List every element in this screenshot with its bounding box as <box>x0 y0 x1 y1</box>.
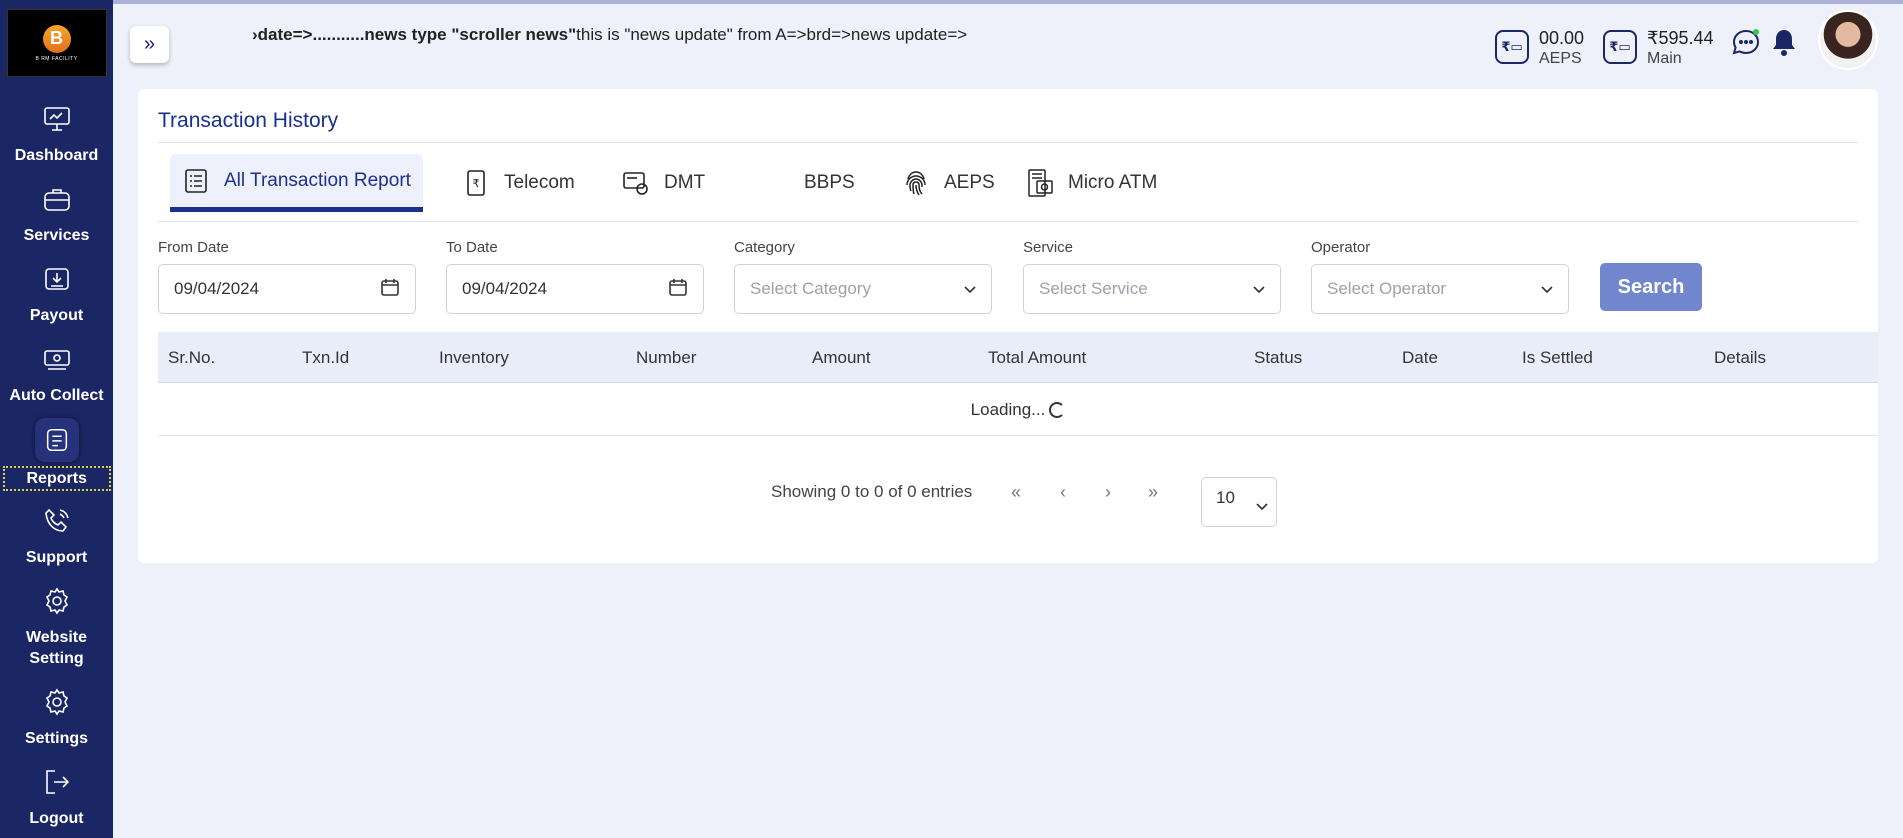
sidebar-item-support[interactable]: Support <box>0 505 113 568</box>
chat-icon[interactable] <box>1731 27 1761 57</box>
chevron-down-icon <box>1541 279 1553 299</box>
column-header[interactable]: Date <box>1402 348 1438 368</box>
next-page-button[interactable]: › <box>1105 482 1111 503</box>
column-header[interactable]: Amount <box>812 348 871 368</box>
loading-text: Loading... <box>970 399 1046 419</box>
sidebar-toggle-button[interactable]: » <box>130 26 169 63</box>
wallet-label: Main <box>1647 50 1682 67</box>
report-icon <box>34 418 79 462</box>
operator-select[interactable]: Select Operator <box>1311 264 1569 314</box>
search-button[interactable]: Search <box>1600 263 1702 311</box>
logout-icon <box>41 766 73 798</box>
tab-all-transaction-report[interactable]: All Transaction Report <box>170 154 423 212</box>
gear-icon <box>41 686 73 718</box>
sidebar-item-dashboard[interactable]: Dashboard <box>0 103 113 166</box>
sidebar-item-auto-collect[interactable]: Auto Collect <box>0 343 113 406</box>
service-label: Service <box>1023 239 1074 256</box>
last-page-button[interactable]: » <box>1148 482 1158 503</box>
from-date-label: From Date <box>158 239 229 256</box>
wallet-amount: ₹595.44 <box>1647 28 1714 48</box>
column-header[interactable]: Number <box>636 348 696 368</box>
wallet-icon: ₹▭ <box>1603 30 1637 64</box>
prev-page-button[interactable]: ‹ <box>1060 482 1066 503</box>
spinner-icon <box>1049 401 1066 418</box>
transfer-icon <box>622 169 650 197</box>
column-header[interactable]: Total Amount <box>988 348 1086 368</box>
column-header[interactable]: Inventory <box>439 348 509 368</box>
wallet-aeps[interactable]: ₹▭ 00.00 AEPS <box>1495 28 1584 70</box>
column-header[interactable]: Status <box>1254 348 1302 368</box>
report-icon <box>182 167 210 195</box>
chevron-down-icon <box>1256 496 1268 516</box>
phone-icon <box>41 505 73 537</box>
chevron-down-icon <box>964 279 976 299</box>
service-select[interactable]: Select Service <box>1023 264 1281 314</box>
chevron-down-icon <box>1253 279 1265 299</box>
column-header[interactable]: Is Settled <box>1522 348 1593 368</box>
payout-icon <box>41 263 73 295</box>
atm-icon <box>1026 169 1054 197</box>
divider <box>158 142 1858 143</box>
table-loading-row: Loading... <box>158 384 1878 436</box>
column-header[interactable]: Txn.Id <box>302 348 349 368</box>
sidebar-item-logout[interactable]: Logout <box>0 766 113 829</box>
calendar-icon[interactable] <box>380 277 400 302</box>
news-scroller: ›date=>...........news type "scroller ne… <box>252 25 968 44</box>
brand-logo[interactable]: B B RM FACILITY <box>6 9 107 77</box>
table-header: Sr.No. Txn.Id Inventory Number Amount To… <box>158 332 1878 383</box>
from-date-field[interactable]: 09/04/2024 <box>158 264 416 314</box>
calendar-icon[interactable] <box>668 277 688 302</box>
to-date-field[interactable]: 09/04/2024 <box>446 264 704 314</box>
tab-bbps[interactable]: BBPS <box>762 154 855 212</box>
bell-icon[interactable] <box>1770 27 1798 57</box>
page-title: Transaction History <box>158 109 339 132</box>
bbps-icon <box>762 169 790 197</box>
dashboard-icon <box>41 103 73 135</box>
top-accent-bar <box>113 0 1903 4</box>
first-page-button[interactable]: « <box>1011 482 1021 503</box>
category-label: Category <box>734 239 795 256</box>
mobile-rupee-icon: ₹ <box>462 169 490 197</box>
user-avatar[interactable] <box>1818 10 1878 70</box>
divider <box>158 221 1858 222</box>
category-select[interactable]: Select Category <box>734 264 992 314</box>
sidebar-item-settings[interactable]: Settings <box>0 686 113 749</box>
sidebar-item-reports[interactable]: Reports <box>0 418 113 491</box>
page-size-select[interactable]: 10 <box>1201 477 1277 527</box>
card-icon <box>41 343 73 375</box>
to-date-label: To Date <box>446 239 498 256</box>
transaction-history-card: Transaction History All Transaction Repo… <box>138 89 1878 563</box>
fingerprint-icon <box>902 169 930 197</box>
tab-micro-atm[interactable]: Micro ATM <box>1026 154 1157 212</box>
double-chevron-right-icon: » <box>143 33 156 55</box>
svg-text:₹: ₹ <box>473 178 480 190</box>
sidebar-item-website-setting[interactable]: Website Setting <box>0 585 113 669</box>
sidebar-item-payout[interactable]: Payout <box>0 263 113 326</box>
sidebar: B B RM FACILITY Dashboard Services Payou… <box>0 0 113 838</box>
sidebar-item-services[interactable]: Services <box>0 183 113 246</box>
wallet-amount: 00.00 <box>1539 28 1585 48</box>
wallet-main[interactable]: ₹▭ ₹595.44 Main <box>1603 28 1714 70</box>
pagination-summary: Showing 0 to 0 of 0 entries <box>771 482 973 501</box>
tab-dmt[interactable]: DMT <box>622 154 705 212</box>
column-header[interactable]: Details <box>1714 348 1766 368</box>
wallet-label: AEPS <box>1539 50 1582 67</box>
tab-telecom[interactable]: ₹ Telecom <box>462 154 575 212</box>
tab-aeps[interactable]: AEPS <box>902 154 995 212</box>
briefcase-icon <box>41 183 73 215</box>
gear-icon <box>41 585 73 617</box>
column-header[interactable]: Sr.No. <box>168 348 215 368</box>
operator-label: Operator <box>1311 239 1371 256</box>
wallet-icon: ₹▭ <box>1495 30 1529 64</box>
